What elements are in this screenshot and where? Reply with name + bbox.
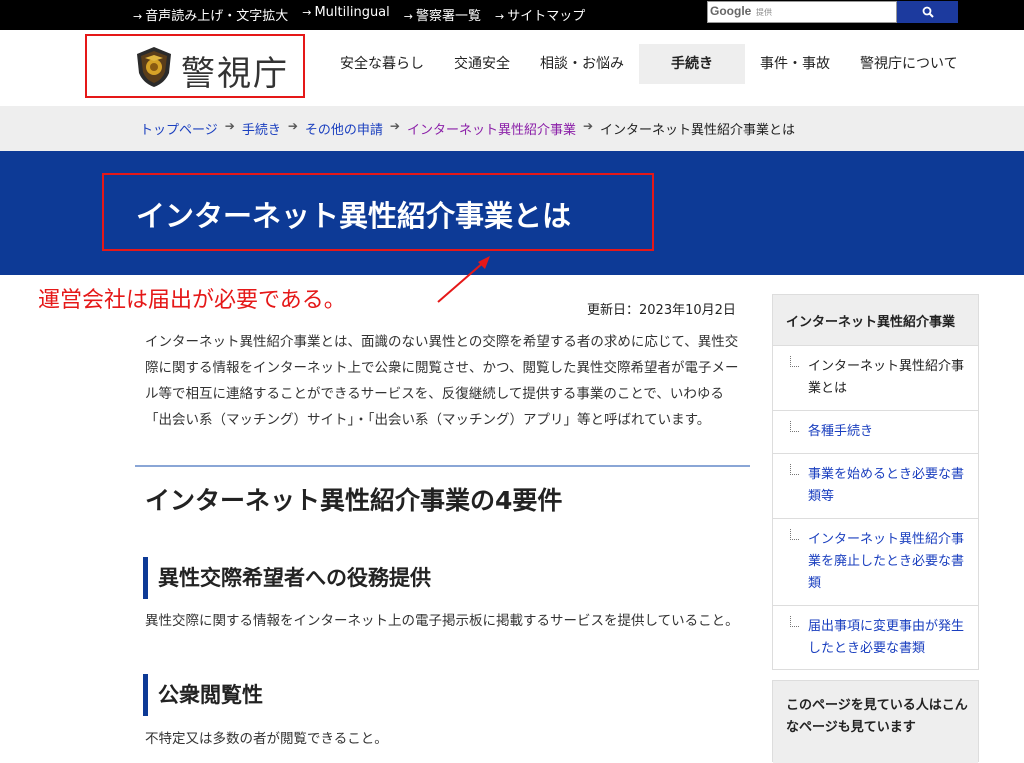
- tree-branch-icon: [790, 356, 799, 367]
- arrow-right-icon: ➔: [224, 119, 235, 133]
- search-icon: [922, 6, 934, 18]
- sidebar-link-change-documents[interactable]: 届出事項に変更事由が発生したとき必要な書類: [808, 619, 964, 656]
- logo-link[interactable]: 警視庁: [85, 34, 305, 98]
- sidebar-item-procedures: 各種手続き: [773, 410, 978, 453]
- tree-branch-icon: [790, 529, 799, 540]
- breadcrumb-current: インターネット異性紹介事業とは: [600, 123, 796, 138]
- logo-text: 警視庁: [181, 54, 289, 94]
- arrow-right-icon: →: [495, 10, 505, 23]
- nav-item-procedures[interactable]: 手続き: [639, 44, 745, 84]
- breadcrumb-procedures[interactable]: 手続き: [242, 123, 281, 138]
- page-title-banner: インターネット異性紹介事業とは: [0, 151, 1024, 275]
- updated-date: 更新日：2023年10月2日: [587, 303, 736, 318]
- title-highlight-box: インターネット異性紹介事業とは: [102, 173, 654, 251]
- sidebar-link-start-documents[interactable]: 事業を始めるとき必要な書類等: [808, 467, 964, 504]
- search-input[interactable]: Google 提供: [707, 1, 897, 23]
- util-link-police-stations[interactable]: → 警察署一覧: [404, 5, 481, 24]
- section-text-service-provision: 異性交際に関する情報をインターネット上の電子掲示板に掲載するサービスを提供してい…: [145, 613, 739, 629]
- sidebar-link-abolish-documents[interactable]: インターネット異性紹介事業を廃止したとき必要な書類: [808, 532, 964, 591]
- heading-divider: [135, 465, 750, 467]
- sidebar-local-nav: インターネット異性紹介事業 インターネット異性紹介事業とは 各種手続き 事業を始…: [772, 294, 979, 670]
- sidebar-link-procedures[interactable]: 各種手続き: [808, 424, 873, 439]
- nav-item-incidents[interactable]: 事件・事故: [745, 44, 845, 84]
- breadcrumb: トップページ ➔ 手続き ➔ その他の申請 ➔ インターネット異性紹介事業 ➔ …: [0, 106, 1024, 151]
- arrow-right-icon: ➔: [389, 119, 400, 133]
- tree-branch-icon: [790, 616, 799, 627]
- sidebar-item-current: インターネット異性紹介事業とは: [773, 345, 978, 410]
- search-button[interactable]: [897, 1, 958, 23]
- subheading-public-viewing: 公衆閲覧性: [143, 674, 263, 716]
- page-title: インターネット異性紹介事業とは: [136, 199, 572, 233]
- tree-branch-icon: [790, 421, 799, 432]
- arrow-right-icon: ➔: [287, 119, 298, 133]
- subheading-service-provision: 異性交際希望者への役務提供: [143, 557, 431, 599]
- arrow-right-icon: →: [302, 6, 312, 19]
- google-label: Google: [710, 4, 752, 18]
- sidebar-item-start-documents: 事業を始めるとき必要な書類等: [773, 453, 978, 518]
- provided-label: 提供: [756, 8, 772, 17]
- annotation-text: 運営会社は届出が必要である。: [38, 288, 346, 313]
- breadcrumb-other-applications[interactable]: その他の申請: [305, 123, 383, 138]
- nav-item-safety[interactable]: 安全な暮らし: [325, 44, 439, 84]
- section-heading-requirements: インターネット異性紹介事業の4要件: [145, 486, 563, 515]
- util-link-sitemap[interactable]: → サイトマップ: [495, 5, 585, 24]
- sidebar-item-abolish-documents: インターネット異性紹介事業を廃止したとき必要な書類: [773, 518, 978, 605]
- breadcrumb-internet-dating-business[interactable]: インターネット異性紹介事業: [407, 123, 576, 138]
- util-link-multilingual[interactable]: → Multilingual: [302, 5, 390, 24]
- utility-links: → 音声読み上げ・文字拡大 → Multilingual → 警察署一覧 → サイトマッ…: [133, 5, 585, 24]
- arrow-right-icon: →: [403, 10, 413, 23]
- sidebar-item-change-documents: 届出事項に変更事由が発生したとき必要な書類: [773, 605, 978, 670]
- section-text-public-viewing: 不特定又は多数の者が閲覧できること。: [145, 731, 388, 747]
- tree-branch-icon: [790, 464, 799, 475]
- sidebar-heading: インターネット異性紹介事業: [773, 295, 978, 345]
- police-emblem-icon: [137, 47, 171, 87]
- arrow-right-icon: ➔: [582, 119, 594, 133]
- breadcrumb-top[interactable]: トップページ: [140, 123, 218, 138]
- annotation-arrow-icon: [437, 256, 490, 303]
- nav-item-traffic[interactable]: 交通安全: [439, 44, 525, 84]
- nav-item-consultation[interactable]: 相談・お悩み: [525, 44, 639, 84]
- site-header: 警視庁 安全な暮らし 交通安全 相談・お悩み 手続き 事件・事故 警視庁について: [0, 30, 1024, 106]
- intro-paragraph: インターネット異性紹介事業とは、面識のない異性との交際を希望する者の求めに応じて…: [145, 334, 739, 428]
- global-nav: 安全な暮らし 交通安全 相談・お悩み 手続き 事件・事故 警視庁について: [325, 44, 973, 84]
- arrow-right-icon: →: [133, 10, 143, 23]
- utility-bar: → 音声読み上げ・文字拡大 → Multilingual → 警察署一覧 → サイトマッ…: [0, 0, 1024, 30]
- sidebar-related-pages: このページを見ている人はこんなページも見ています: [772, 680, 979, 763]
- util-link-accessibility[interactable]: → 音声読み上げ・文字拡大: [133, 5, 288, 24]
- related-pages-heading: このページを見ている人はこんなページも見ています: [773, 681, 978, 763]
- nav-item-about[interactable]: 警視庁について: [845, 44, 973, 84]
